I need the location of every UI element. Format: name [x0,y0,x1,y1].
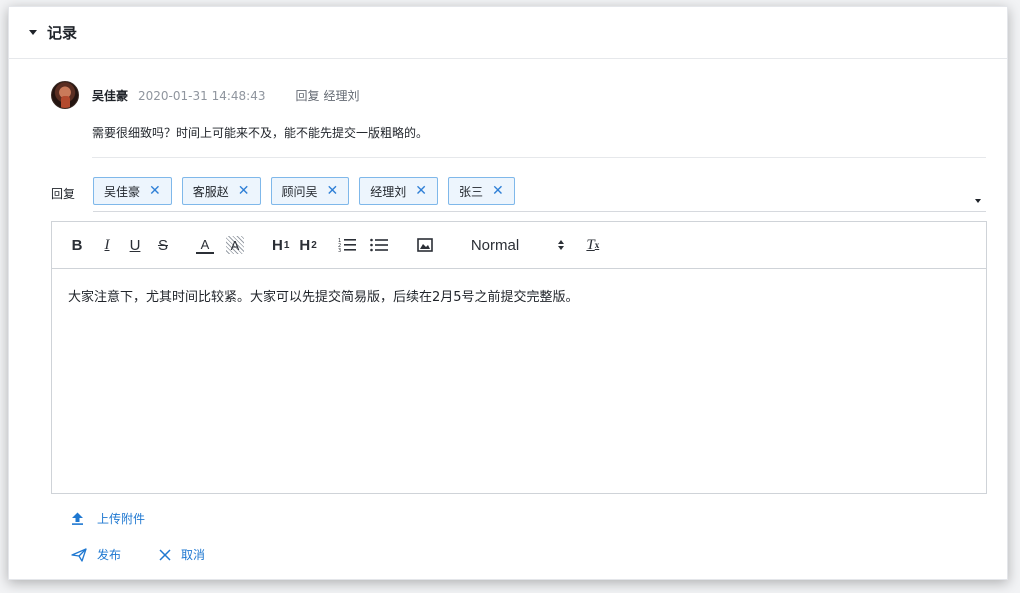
bold-button[interactable]: B [68,233,86,257]
send-icon [71,547,87,562]
publish-label: 发布 [97,548,122,562]
heading-1-letter: H [272,236,283,254]
section-header[interactable]: 记录 [9,7,1007,59]
recipient-tag-label: 客服赵 [192,184,229,199]
font-color-button[interactable]: A [196,236,214,254]
recipient-tag: 顾问吴 ✕ [270,177,350,205]
bullet-list-icon [370,238,388,252]
recipient-tag-label: 经理刘 [370,184,407,199]
ordered-list-icon: 1 2 3 [338,238,356,253]
bullet-list-button[interactable] [369,233,389,257]
recipient-tag-label: 顾问吴 [281,184,318,199]
avatar [51,81,79,109]
reply-word: 回复 [295,89,320,103]
close-icon[interactable]: ✕ [492,184,504,198]
editor-toolbar: B I U S A A H1 H2 1 2 3 Normal T x [52,222,986,269]
close-icon[interactable]: ✕ [149,184,161,198]
font-size-select[interactable]: Normal [471,233,571,257]
rich-text-editor: B I U S A A H1 H2 1 2 3 Normal T x 大家注意下… [51,221,987,494]
font-size-value: Normal [470,236,520,254]
recipient-tag-label: 张三 [459,184,484,199]
section-title: 记录 [47,24,78,42]
close-icon[interactable]: ✕ [327,184,339,198]
close-icon[interactable]: ✕ [415,184,427,198]
comment-author[interactable]: 吴佳豪 [92,87,128,104]
ordered-list-button[interactable]: 1 2 3 [337,233,357,257]
comment-meta: 吴佳豪 2020-01-31 14:48:43 回复 经理刘 [92,87,360,104]
select-arrows-icon [557,240,564,250]
underline-button[interactable]: U [126,233,144,257]
recipient-tag: 客服赵 ✕ [181,177,261,205]
reply-to[interactable]: 回复 经理刘 [295,87,359,104]
image-icon [417,238,433,252]
publish-button[interactable]: 发布 [71,546,121,563]
heading-2-button[interactable]: H2 [299,233,316,257]
heading-1-sub: 1 [283,239,290,251]
dropdown-caret-icon[interactable] [975,199,981,203]
strikethrough-button[interactable]: S [154,233,172,257]
cancel-label: 取消 [181,548,206,562]
recipient-tag: 经理刘 ✕ [359,177,438,205]
svg-text:3: 3 [338,248,341,253]
clear-format-sub: x [594,240,600,250]
upload-icon [72,512,83,525]
upload-attachment-button[interactable]: 上传附件 [71,510,145,527]
close-icon [159,548,171,561]
comment-body: 需要很细致吗？时间上可能来不及，能不能先提交一版粗略的。 [92,126,429,140]
heading-1-button[interactable]: H1 [272,233,289,257]
action-bar: 发布 取消 [71,546,243,563]
cancel-button[interactable]: 取消 [159,546,205,563]
recipient-tag: 吴佳豪 ✕ [93,177,172,205]
record-panel: 记录 吴佳豪 2020-01-31 14:48:43 回复 经理刘 需要很细致吗？… [8,6,1008,580]
heading-2-sub: 2 [311,239,317,251]
heading-2-letter: H [299,236,311,254]
collapse-caret-icon[interactable] [29,30,37,35]
reply-to-name: 经理刘 [323,89,360,103]
close-icon[interactable]: ✕ [238,184,250,198]
recipient-tag: 张三 ✕ [448,177,515,205]
recipient-tags[interactable]: 吴佳豪 ✕ 客服赵 ✕ 顾问吴 ✕ 经理刘 ✕ 张三 ✕ [93,177,515,205]
italic-button[interactable]: I [98,233,116,257]
divider [92,157,986,158]
editor-content[interactable]: 大家注意下，尤其时间比较紧。大家可以先提交简易版，后续在2月5号之前提交完整版。 [52,269,986,322]
upload-label: 上传附件 [97,512,146,526]
clear-format-letter: T [586,236,595,253]
background-color-button[interactable]: A [226,236,244,254]
recipient-select-underline [93,211,986,212]
clear-format-button[interactable]: Tx [583,233,603,257]
recipient-tag-label: 吴佳豪 [104,184,141,199]
reply-label: 回复 [51,187,76,201]
comment-timestamp: 2020-01-31 14:48:43 [138,88,266,103]
insert-image-button[interactable] [415,233,435,257]
